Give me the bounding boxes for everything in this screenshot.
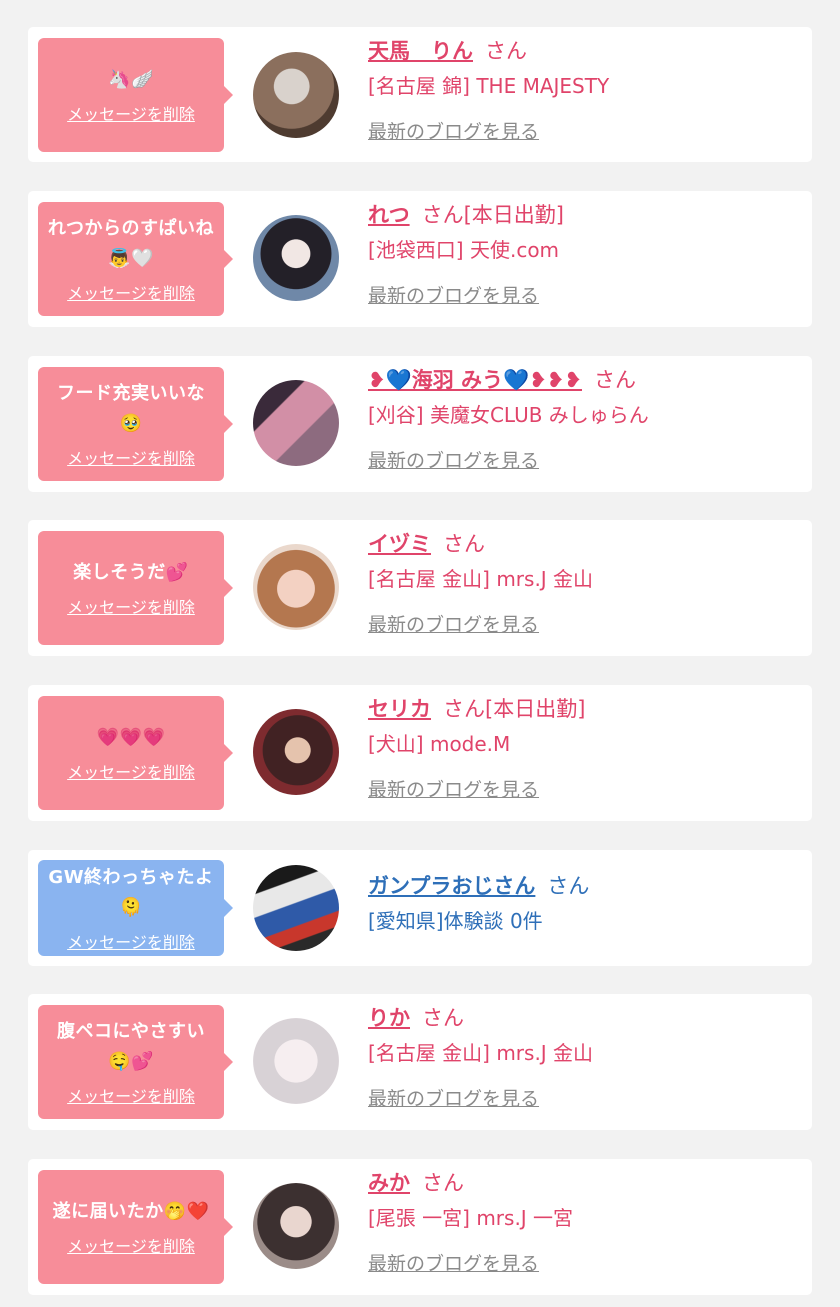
message-text: 腹ペコにやさすい🤤💕 [57,1021,205,1072]
profile-info: イヅミ さん [名古屋 金山] mrs.J 金山 最新のブログを見る [368,530,593,637]
shop-name: [名古屋 金山] mrs.J 金山 [368,567,594,591]
message-bubble: フード充実いいな🥹 メッセージを削除 [38,367,233,481]
profile-info: ガンプラおじさん さん [愛知県]体験談 0件 [368,872,589,934]
shop-name: [池袋西口] 天使.com [368,238,560,262]
message-bubble: GW終わっちゃたよ🫠 メッセージを削除 [38,860,233,956]
latest-blog-link[interactable]: 最新のブログを見る [368,281,564,308]
message-text: 💗💗💗 [96,727,166,748]
profile-name-link[interactable]: りか [368,1006,410,1030]
profile-info: セリカ さん[本日出勤] [犬山] mode.M 最新のブログを見る [368,695,585,802]
latest-blog-link[interactable]: 最新のブログを見る [368,775,585,802]
message-bubble: 💗💗💗 メッセージを削除 [38,696,233,810]
list-item: 楽しそうだ💕 メッセージを削除 イヅミ さん [名古屋 金山] mrs.J 金山 … [28,520,812,656]
delete-message-link[interactable]: メッセージを削除 [67,929,195,953]
list-item: 🦄🪽 メッセージを削除 天馬 りん さん [名古屋 錦] THE MAJESTY … [28,27,812,162]
delete-message-link[interactable]: メッセージを削除 [67,445,195,469]
profile-info: れつ さん[本日出勤] [池袋西口] 天使.com 最新のブログを見る [368,201,564,308]
avatar[interactable] [253,1018,339,1104]
avatar[interactable] [253,544,339,630]
avatar[interactable] [253,709,339,795]
status-suffix: [本日出勤] [463,203,564,227]
profile-name-link[interactable]: 天馬 りん [368,39,473,63]
honorific: さん [594,368,636,392]
status-suffix: [本日出勤] [485,697,586,721]
latest-blog-link[interactable]: 最新のブログを見る [368,1084,593,1111]
shop-name: [尾張 一宮] mrs.J 一宮 [368,1206,574,1230]
shop-name: [愛知県]体験談 0件 [368,909,543,933]
delete-message-link[interactable]: メッセージを削除 [67,759,195,783]
profile-name-link[interactable]: れつ [368,203,410,227]
honorific: さん [547,874,590,898]
latest-blog-link[interactable]: 最新のブログを見る [368,1249,573,1276]
message-text: フード充実いいな🥹 [57,383,205,434]
message-bubble: 腹ペコにやさすい🤤💕 メッセージを削除 [38,1005,233,1119]
avatar[interactable] [253,52,339,138]
message-bubble: 🦄🪽 メッセージを削除 [38,38,233,152]
avatar[interactable] [253,1183,339,1269]
shop-name: [名古屋 金山] mrs.J 金山 [368,1041,594,1065]
message-bubble: 楽しそうだ💕 メッセージを削除 [38,531,233,645]
profile-info: みか さん [尾張 一宮] mrs.J 一宮 最新のブログを見る [368,1169,573,1276]
avatar[interactable] [253,380,339,466]
list-item: 遂に届いたか🤭❤️ メッセージを削除 みか さん [尾張 一宮] mrs.J 一宮… [28,1159,812,1295]
delete-message-link[interactable]: メッセージを削除 [67,101,195,125]
latest-blog-link[interactable]: 最新のブログを見る [368,117,609,144]
honorific: さん [443,697,485,721]
profile-name-link[interactable]: ガンプラおじさん [368,874,535,898]
honorific: さん [422,1171,464,1195]
profile-name-link[interactable]: ❥💙海羽 みう💙❥❥❥ [368,368,582,392]
honorific: さん [485,39,527,63]
delete-message-link[interactable]: メッセージを削除 [67,594,195,618]
honorific: さん [422,1006,464,1030]
delete-message-link[interactable]: メッセージを削除 [67,280,195,304]
message-text: 🦄🪽 [108,69,154,90]
shop-name: [名古屋 錦] THE MAJESTY [368,74,610,98]
shop-name: [刈谷] 美魔女CLUB みしゅらん [368,403,649,427]
profile-info: ❥💙海羽 みう💙❥❥❥ さん [刈谷] 美魔女CLUB みしゅらん 最新のブログを… [368,366,649,473]
list-item: 💗💗💗 メッセージを削除 セリカ さん[本日出勤] [犬山] mode.M 最新の… [28,685,812,821]
profile-name-link[interactable]: イヅミ [368,532,431,556]
message-text: GW終わっちゃたよ🫠 [48,867,214,918]
message-text: れつからのすぱいね👼🤍 [47,218,215,269]
message-list: 🦄🪽 メッセージを削除 天馬 りん さん [名古屋 錦] THE MAJESTY … [0,0,840,1307]
latest-blog-link[interactable]: 最新のブログを見る [368,446,649,473]
list-item: 腹ペコにやさすい🤤💕 メッセージを削除 りか さん [名古屋 金山] mrs.J … [28,994,812,1130]
shop-name: [犬山] mode.M [368,732,511,756]
list-item: フード充実いいな🥹 メッセージを削除 ❥💙海羽 みう💙❥❥❥ さん [刈谷] 美魔… [28,356,812,492]
message-bubble: 遂に届いたか🤭❤️ メッセージを削除 [38,1170,233,1284]
delete-message-link[interactable]: メッセージを削除 [67,1233,195,1257]
delete-message-link[interactable]: メッセージを削除 [67,1083,195,1107]
message-bubble: れつからのすぱいね👼🤍 メッセージを削除 [38,202,233,316]
profile-name-link[interactable]: みか [368,1171,410,1195]
profile-info: りか さん [名古屋 金山] mrs.J 金山 最新のブログを見る [368,1004,593,1111]
message-text: 遂に届いたか🤭❤️ [52,1201,210,1222]
message-text: 楽しそうだ💕 [73,562,189,583]
avatar[interactable] [253,865,339,951]
list-item: GW終わっちゃたよ🫠 メッセージを削除 ガンプラおじさん さん [愛知県]体験談 … [28,850,812,966]
profile-name-link[interactable]: セリカ [368,697,431,721]
latest-blog-link[interactable]: 最新のブログを見る [368,610,593,637]
honorific: さん [443,532,485,556]
honorific: さん [421,203,464,227]
profile-info: 天馬 りん さん [名古屋 錦] THE MAJESTY 最新のブログを見る [368,37,609,144]
avatar[interactable] [253,215,339,301]
list-item: れつからのすぱいね👼🤍 メッセージを削除 れつ さん[本日出勤] [池袋西口] 天… [28,191,812,327]
